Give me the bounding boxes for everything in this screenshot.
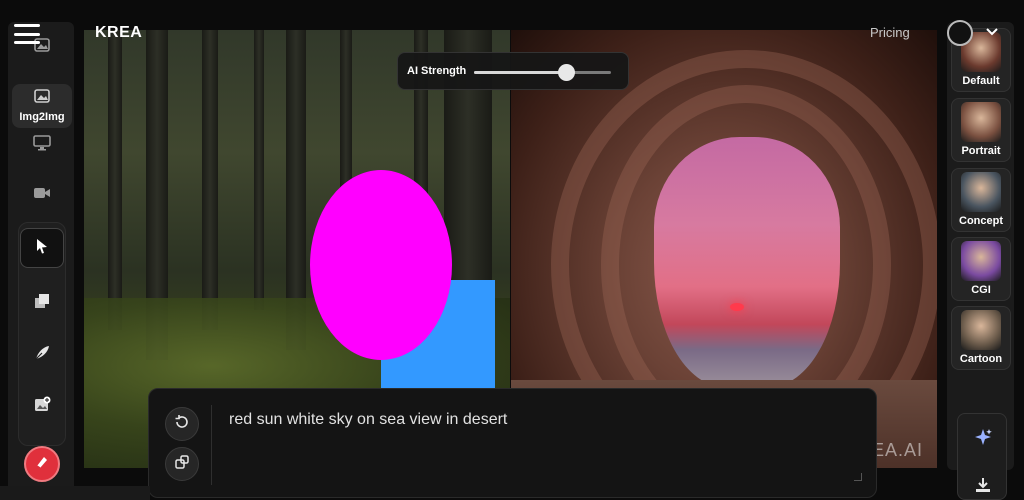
sparkle-icon	[973, 427, 993, 452]
watermark: EA.AI	[871, 440, 923, 460]
brush-tool[interactable]	[20, 335, 64, 375]
magenta-ellipse-shape[interactable]	[310, 170, 452, 360]
refresh-icon	[174, 414, 190, 435]
style-thumbnail	[961, 310, 1001, 350]
download-icon	[974, 476, 992, 499]
app-logo[interactable]: KREA	[95, 24, 142, 42]
style-name: Concept	[959, 215, 1003, 227]
style-name: Portrait	[961, 145, 1001, 157]
add-image-tool[interactable]	[20, 387, 64, 427]
video-icon	[33, 186, 51, 204]
cave-opening	[654, 137, 840, 387]
shuffle-button[interactable]	[165, 447, 199, 481]
enhance-button[interactable]	[968, 424, 998, 454]
ai-strength-thumb[interactable]	[557, 64, 575, 81]
ai-strength-fill	[474, 71, 566, 74]
image-icon	[34, 89, 50, 107]
red-sun	[730, 303, 744, 311]
style-thumbnail	[961, 241, 1001, 281]
download-button[interactable]	[968, 472, 998, 500]
drawing-tools	[18, 222, 66, 446]
ai-strength-slider[interactable]	[474, 64, 611, 81]
screen-icon	[33, 135, 51, 155]
style-thumbnail	[961, 172, 1001, 212]
pricing-link[interactable]: Pricing	[870, 25, 910, 40]
right-actions	[957, 413, 1007, 500]
pointer-icon	[35, 238, 49, 259]
reset-button[interactable]	[165, 407, 199, 441]
user-avatar[interactable]	[947, 20, 973, 46]
style-card-portrait[interactable]: Portrait	[951, 98, 1011, 162]
layers-tool[interactable]	[20, 283, 64, 323]
pointer-tool[interactable]	[20, 228, 64, 268]
eraser-icon	[34, 454, 50, 475]
image-add-icon	[33, 396, 51, 419]
prompt-panel: red sun white sky on sea view in desert	[148, 388, 877, 498]
sidebar-item-screen[interactable]	[12, 134, 72, 156]
style-name: CGI	[971, 284, 991, 296]
ai-strength-label: AI Strength	[407, 65, 467, 77]
erase-button[interactable]	[24, 446, 60, 482]
chevron-down-icon[interactable]	[985, 24, 999, 40]
style-card-cgi[interactable]: CGI	[951, 237, 1011, 301]
layers-icon	[33, 292, 51, 315]
resize-handle[interactable]	[854, 473, 862, 481]
sidebar-item-label: Img2Img	[19, 111, 65, 123]
dice-icon	[174, 454, 190, 475]
ai-strength-control: AI Strength	[397, 52, 629, 90]
sidebar-item-img2img[interactable]: Img2Img	[12, 84, 72, 128]
style-thumbnail	[961, 102, 1001, 142]
sidebar-item-video[interactable]	[12, 184, 72, 206]
style-name: Cartoon	[959, 353, 1003, 365]
menu-icon[interactable]	[14, 24, 40, 44]
prompt-input[interactable]: red sun white sky on sea view in desert	[229, 411, 849, 429]
style-card-concept[interactable]: Concept	[951, 168, 1011, 232]
style-card-cartoon[interactable]: Cartoon	[951, 306, 1011, 370]
feather-icon	[33, 344, 51, 367]
style-name: Default	[962, 75, 1000, 87]
